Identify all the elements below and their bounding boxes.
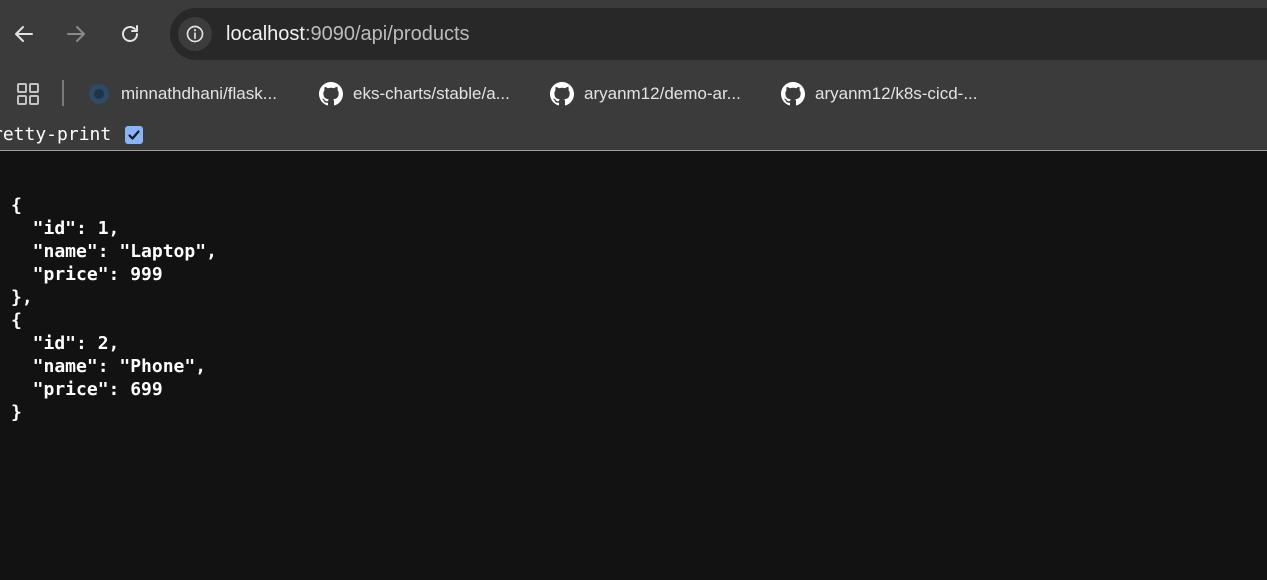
- github-icon: [549, 81, 575, 107]
- pretty-print-bar: retty-print: [0, 120, 1267, 151]
- url-text[interactable]: localhost:9090/api/products: [226, 21, 470, 47]
- bookmark-item[interactable]: eks-charts/stable/a...: [312, 76, 516, 112]
- browser-toolbar: localhost:9090/api/products: [0, 0, 1267, 68]
- checkmark-icon: [128, 130, 140, 140]
- info-icon: [186, 25, 204, 43]
- bookmark-item[interactable]: aryanm12/demo-ar...: [543, 76, 747, 112]
- forward-button[interactable]: [56, 14, 96, 54]
- reload-button[interactable]: [110, 14, 150, 54]
- bookmarks-divider: [62, 80, 64, 106]
- arrow-left-icon: [15, 26, 33, 42]
- reload-icon: [122, 25, 138, 42]
- bookmark-label: aryanm12/k8s-cicd-...: [815, 84, 978, 103]
- url-host: localhost: [226, 23, 305, 45]
- pretty-print-label: retty-print: [0, 124, 112, 145]
- arrow-right-icon: [67, 26, 85, 42]
- pretty-print-checkbox[interactable]: [125, 126, 143, 144]
- site-favicon-icon: [86, 81, 112, 107]
- bookmark-label: eks-charts/stable/a...: [353, 84, 510, 103]
- bookmark-label: aryanm12/demo-ar...: [584, 84, 741, 103]
- github-icon: [780, 81, 806, 107]
- site-info-button[interactable]: [178, 17, 212, 51]
- bookmark-label: minnathdhani/flask...: [121, 84, 277, 103]
- github-icon: [318, 81, 344, 107]
- url-path: :9090/api/products: [304, 23, 470, 45]
- apps-grid-icon[interactable]: [14, 80, 42, 108]
- address-bar[interactable]: localhost:9090/api/products: [170, 8, 1267, 60]
- bookmark-item[interactable]: minnathdhani/flask...: [80, 76, 283, 112]
- bookmark-item[interactable]: aryanm12/k8s-cicd-...: [774, 76, 984, 112]
- back-button[interactable]: [4, 14, 44, 54]
- json-viewer: { "id": 1, "name": "Laptop", "price": 99…: [0, 152, 1267, 580]
- json-body: { "id": 1, "name": "Laptop", "price": 99…: [11, 195, 217, 423]
- bookmarks-bar: minnathdhani/flask... eks-charts/stable/…: [0, 68, 1267, 120]
